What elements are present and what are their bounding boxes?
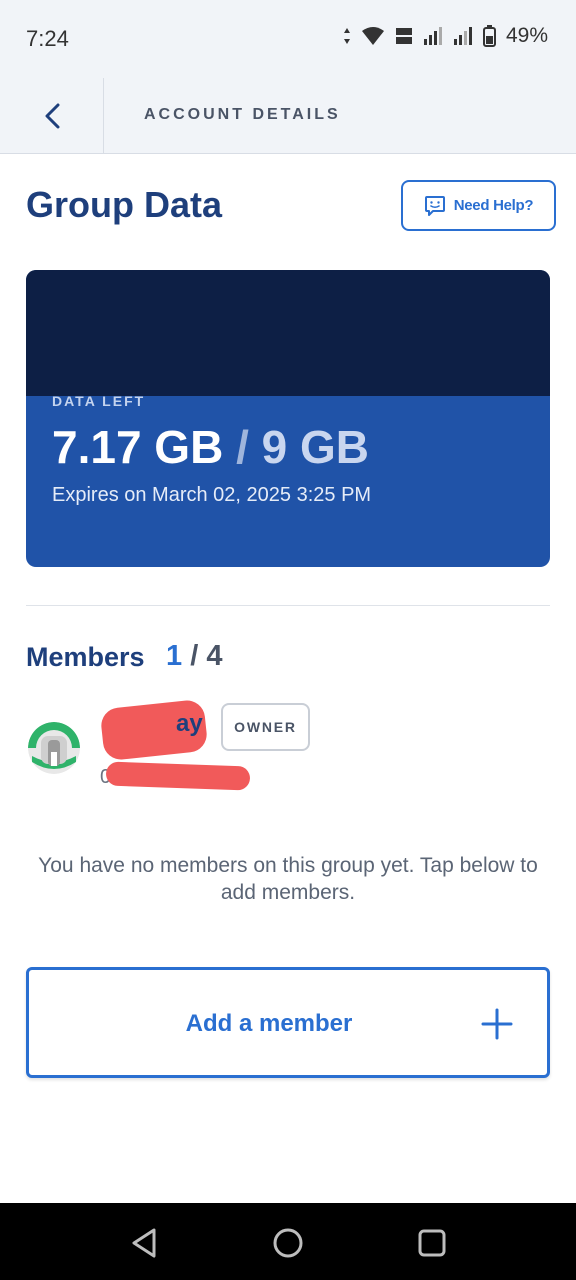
wifi-icon (361, 27, 384, 45)
volte-icon (395, 28, 412, 44)
nav-back-button[interactable] (126, 1225, 162, 1261)
data-balance-card: DATA LEFT 7.17 GB / 9 GB Expires on Marc… (26, 270, 550, 567)
top-app-bar: ACCOUNT DETAILS (0, 78, 576, 154)
nav-home-button[interactable] (270, 1225, 306, 1261)
members-used: 1 (166, 640, 183, 672)
status-time: 7:24 (26, 26, 69, 51)
data-total: 9 GB (261, 421, 370, 473)
signal-2-icon (453, 27, 472, 45)
battery-percent: 49% (505, 24, 548, 47)
chevron-left-icon (45, 103, 60, 129)
data-amount: 7.17 GB / 9 GB (52, 420, 369, 474)
back-button[interactable] (26, 94, 78, 138)
plus-icon (481, 1008, 513, 1040)
need-help-button[interactable]: Need Help? (401, 180, 556, 231)
members-separator: / (190, 640, 199, 672)
page-title: Group Data (26, 184, 223, 225)
add-member-label: Add a member (185, 1010, 353, 1037)
data-expiry: Expires on March 02, 2025 3:25 PM (52, 484, 372, 506)
header-divider (103, 78, 104, 154)
triangle-back-icon (132, 1228, 156, 1258)
avatar-icon (28, 722, 80, 774)
owner-badge: OWNER (221, 703, 310, 751)
data-remaining: 7.17 GB (52, 421, 224, 473)
add-member-button[interactable]: Add a member (26, 967, 550, 1078)
members-total: 4 (206, 640, 223, 672)
members-title: Members (26, 642, 145, 672)
circle-home-icon (273, 1228, 303, 1258)
data-left-label: DATA LEFT (52, 393, 146, 409)
nav-recents-button[interactable] (414, 1225, 450, 1261)
member-name: ay (176, 710, 203, 737)
data-arrows-icon (343, 28, 350, 44)
data-separator: / (236, 421, 249, 473)
members-count: 1 / 4 (166, 640, 222, 673)
section-divider (26, 605, 550, 606)
status-bar: 7:24 49% (0, 0, 576, 78)
data-card-banner (26, 270, 550, 396)
chat-help-icon (424, 195, 445, 216)
member-row[interactable]: ay 0 OWNER (26, 698, 550, 800)
member-avatar (28, 722, 80, 774)
square-recents-icon (418, 1229, 446, 1257)
system-nav-bar (0, 1203, 576, 1280)
need-help-label: Need Help? (453, 197, 534, 214)
empty-members-message: You have no members on this group yet. T… (38, 854, 538, 904)
header-title: ACCOUNT DETAILS (144, 106, 341, 123)
redacted-phone (105, 761, 251, 791)
status-icons: 49% (343, 24, 548, 48)
signal-1-icon (423, 27, 442, 45)
battery-icon (482, 25, 496, 47)
